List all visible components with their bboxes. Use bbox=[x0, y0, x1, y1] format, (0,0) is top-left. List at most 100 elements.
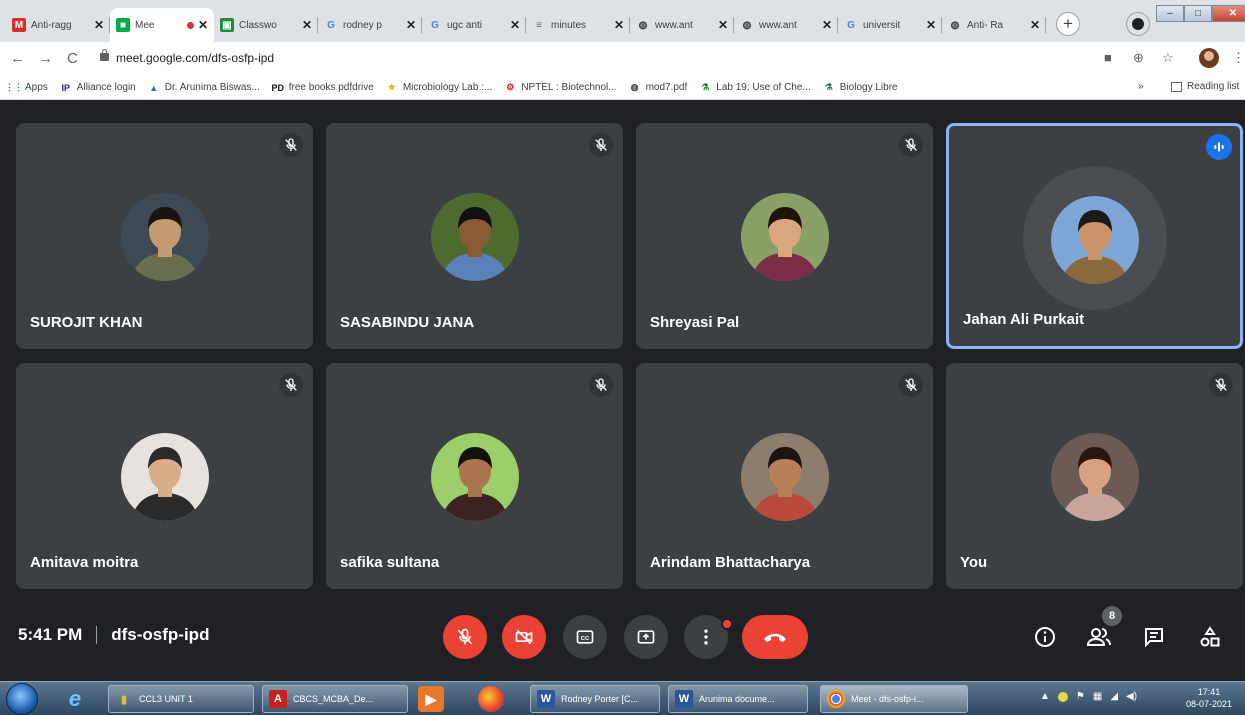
start-button[interactable] bbox=[6, 683, 38, 715]
participant-tile[interactable]: SASABINDU JANA bbox=[326, 123, 623, 349]
camera-toggle-button[interactable] bbox=[502, 615, 546, 659]
new-tab-button[interactable]: + bbox=[1056, 12, 1080, 36]
leave-call-button[interactable] bbox=[742, 615, 808, 659]
bookmark-item[interactable]: ▲ Dr. Arunima Biswas... bbox=[148, 82, 260, 94]
bookmark-item[interactable]: IP Alliance login bbox=[60, 82, 136, 94]
task-label: Arunima docume... bbox=[699, 694, 775, 704]
media-player-icon[interactable]: ▶ bbox=[418, 686, 444, 712]
present-screen-button[interactable] bbox=[624, 615, 668, 659]
participant-tile[interactable]: SUROJIT KHAN bbox=[16, 123, 313, 349]
meeting-code: dfs-osfp-ipd bbox=[111, 625, 210, 644]
bookmark-item[interactable]: PD free books pdfdrive bbox=[272, 82, 374, 94]
browser-tab[interactable]: ■ Mee ✕ bbox=[110, 8, 214, 42]
browser-tab[interactable]: ◍ www.ant ✕ bbox=[630, 8, 734, 42]
task-label: Rodney Porter [C... bbox=[561, 694, 639, 704]
network-icon[interactable]: ▦ bbox=[1093, 691, 1102, 702]
browser-tab[interactable]: ◍ Anti- Ra ✕ bbox=[942, 8, 1046, 42]
close-tab-icon[interactable]: ✕ bbox=[302, 18, 312, 32]
window-controls: – □ ✕ bbox=[1156, 5, 1245, 22]
flag-icon[interactable]: ⚑ bbox=[1076, 691, 1085, 702]
captions-button[interactable]: CC bbox=[563, 615, 607, 659]
mic-off-icon bbox=[285, 138, 297, 151]
signal-icon[interactable]: ◢ bbox=[1110, 691, 1118, 702]
close-tab-icon[interactable]: ✕ bbox=[510, 18, 520, 32]
meeting-details: 5:41 PM dfs-osfp-ipd bbox=[18, 625, 209, 645]
firefox-icon[interactable] bbox=[478, 686, 504, 712]
participants-button[interactable] bbox=[1085, 623, 1113, 651]
close-tab-icon[interactable]: ✕ bbox=[1030, 18, 1040, 32]
maximize-button[interactable]: □ bbox=[1184, 5, 1212, 22]
browser-tab[interactable]: Guniversit ✕ bbox=[838, 8, 942, 42]
meeting-details-button[interactable] bbox=[1031, 623, 1059, 651]
bookmark-star-icon[interactable]: ☆ bbox=[1162, 50, 1174, 66]
volume-icon[interactable]: ◀) bbox=[1126, 691, 1137, 702]
bookmark-item[interactable]: ★ Microbiology Lab :... bbox=[386, 82, 493, 94]
close-tab-icon[interactable]: ✕ bbox=[926, 18, 936, 32]
taskbar-window-button[interactable]: W Arunima docume... bbox=[668, 685, 808, 713]
browser-tab-strip: M Anti-ragg ✕ ■ Mee ✕ ▣ Classwo ✕ Grodney p ✕ Gugc … bbox=[0, 0, 1245, 42]
close-window-button[interactable]: ✕ bbox=[1212, 5, 1245, 22]
participant-name: SUROJIT KHAN bbox=[30, 314, 143, 331]
bookmark-label: Biology Libre bbox=[839, 82, 898, 93]
meet-icon: ■ bbox=[116, 18, 130, 32]
participant-muted-indicator bbox=[899, 133, 923, 157]
activities-button[interactable] bbox=[1196, 623, 1224, 651]
browser-tab[interactable]: M Anti-ragg ✕ bbox=[6, 8, 110, 42]
chat-button[interactable] bbox=[1140, 623, 1168, 651]
participant-muted-indicator bbox=[899, 373, 923, 397]
close-tab-icon[interactable]: ✕ bbox=[614, 18, 624, 32]
browser-tab[interactable]: ◍ www.ant ✕ bbox=[734, 8, 838, 42]
browser-tab[interactable]: ≡ minutes ✕ bbox=[526, 8, 630, 42]
browser-tab[interactable]: Grodney p ✕ bbox=[318, 8, 422, 42]
forward-icon[interactable]: → bbox=[38, 50, 53, 67]
participant-tile[interactable]: safika sultana bbox=[326, 363, 623, 589]
task-label: Meet - dfs-osfp-i... bbox=[851, 694, 924, 704]
close-tab-icon[interactable]: ✕ bbox=[94, 18, 104, 32]
bookmarks-overflow-button[interactable]: » bbox=[1138, 81, 1144, 92]
microphone-toggle-button[interactable] bbox=[443, 615, 487, 659]
minimize-button[interactable]: – bbox=[1156, 5, 1184, 22]
bookmark-item[interactable]: ⚙ NPTEL : Biotechnol... bbox=[504, 82, 616, 94]
participant-tile[interactable]: Arindam Bhattacharya bbox=[636, 363, 933, 589]
reading-list-button[interactable]: Reading list bbox=[1171, 81, 1239, 92]
bookmark-item[interactable]: ◍ mod7.pdf bbox=[629, 82, 688, 94]
bookmark-item[interactable]: ⋮⋮ Apps bbox=[5, 82, 48, 94]
task-label: CCL3 UNIT 1 bbox=[139, 694, 193, 704]
participant-tile[interactable]: Shreyasi Pal bbox=[636, 123, 933, 349]
system-tray: ▲ ⚑ ▦ ◢ ◀) bbox=[1040, 691, 1145, 702]
profile-icon[interactable] bbox=[1127, 13, 1149, 35]
close-tab-icon[interactable]: ✕ bbox=[198, 18, 208, 32]
close-tab-icon[interactable]: ✕ bbox=[406, 18, 416, 32]
browser-tab[interactable]: Gugc anti ✕ bbox=[422, 8, 526, 42]
taskbar-window-button[interactable]: A CBCS_MCBA_De... bbox=[262, 685, 408, 713]
taskbar-window-button[interactable]: W Rodney Porter [C... bbox=[530, 685, 660, 713]
close-tab-icon[interactable]: ✕ bbox=[718, 18, 728, 32]
reading-list-label: Reading list bbox=[1187, 81, 1240, 92]
zoom-icon[interactable]: ⊕ bbox=[1133, 50, 1144, 66]
tray-expand-icon[interactable]: ▲ bbox=[1040, 691, 1050, 702]
taskbar-clock[interactable]: 17:41 08-07-2021 bbox=[1176, 686, 1242, 710]
participant-tile[interactable]: You bbox=[946, 363, 1243, 589]
tab-title: minutes bbox=[551, 19, 587, 31]
taskbar-window-button[interactable]: ● Meet - dfs-osfp-i... bbox=[820, 685, 968, 713]
back-icon[interactable]: ← bbox=[10, 50, 25, 67]
internet-explorer-icon[interactable]: e bbox=[62, 686, 88, 712]
close-tab-icon[interactable]: ✕ bbox=[822, 18, 832, 32]
classroom-icon: ▣ bbox=[220, 18, 234, 32]
camera-indicator-icon[interactable]: ■ bbox=[1104, 50, 1112, 65]
address-bar[interactable]: meet.google.com/dfs-osfp-ipd bbox=[116, 51, 274, 65]
browser-tab[interactable]: ▣ Classwo ✕ bbox=[214, 8, 318, 42]
participant-tile[interactable]: Jahan Ali Purkait bbox=[946, 123, 1243, 349]
menu-kebab-icon[interactable]: ⋮ bbox=[1232, 50, 1245, 66]
participant-tile[interactable]: Amitava moitra bbox=[16, 363, 313, 589]
bookmark-item[interactable]: ⚗ Lab 19: Use of Che... bbox=[699, 82, 811, 94]
bookmark-item[interactable]: ⚗ Biology Libre bbox=[823, 82, 898, 94]
audio-level-icon bbox=[1214, 142, 1224, 152]
profile-avatar[interactable] bbox=[1199, 48, 1219, 68]
reload-icon[interactable]: C bbox=[67, 50, 78, 67]
taskbar-window-button[interactable]: ▮ CCL3 UNIT 1 bbox=[108, 685, 254, 713]
tray-app-icon[interactable] bbox=[1057, 691, 1068, 702]
word-icon: W bbox=[537, 690, 555, 708]
participant-name: Arindam Bhattacharya bbox=[650, 554, 811, 571]
reading-list-icon bbox=[1171, 81, 1182, 92]
